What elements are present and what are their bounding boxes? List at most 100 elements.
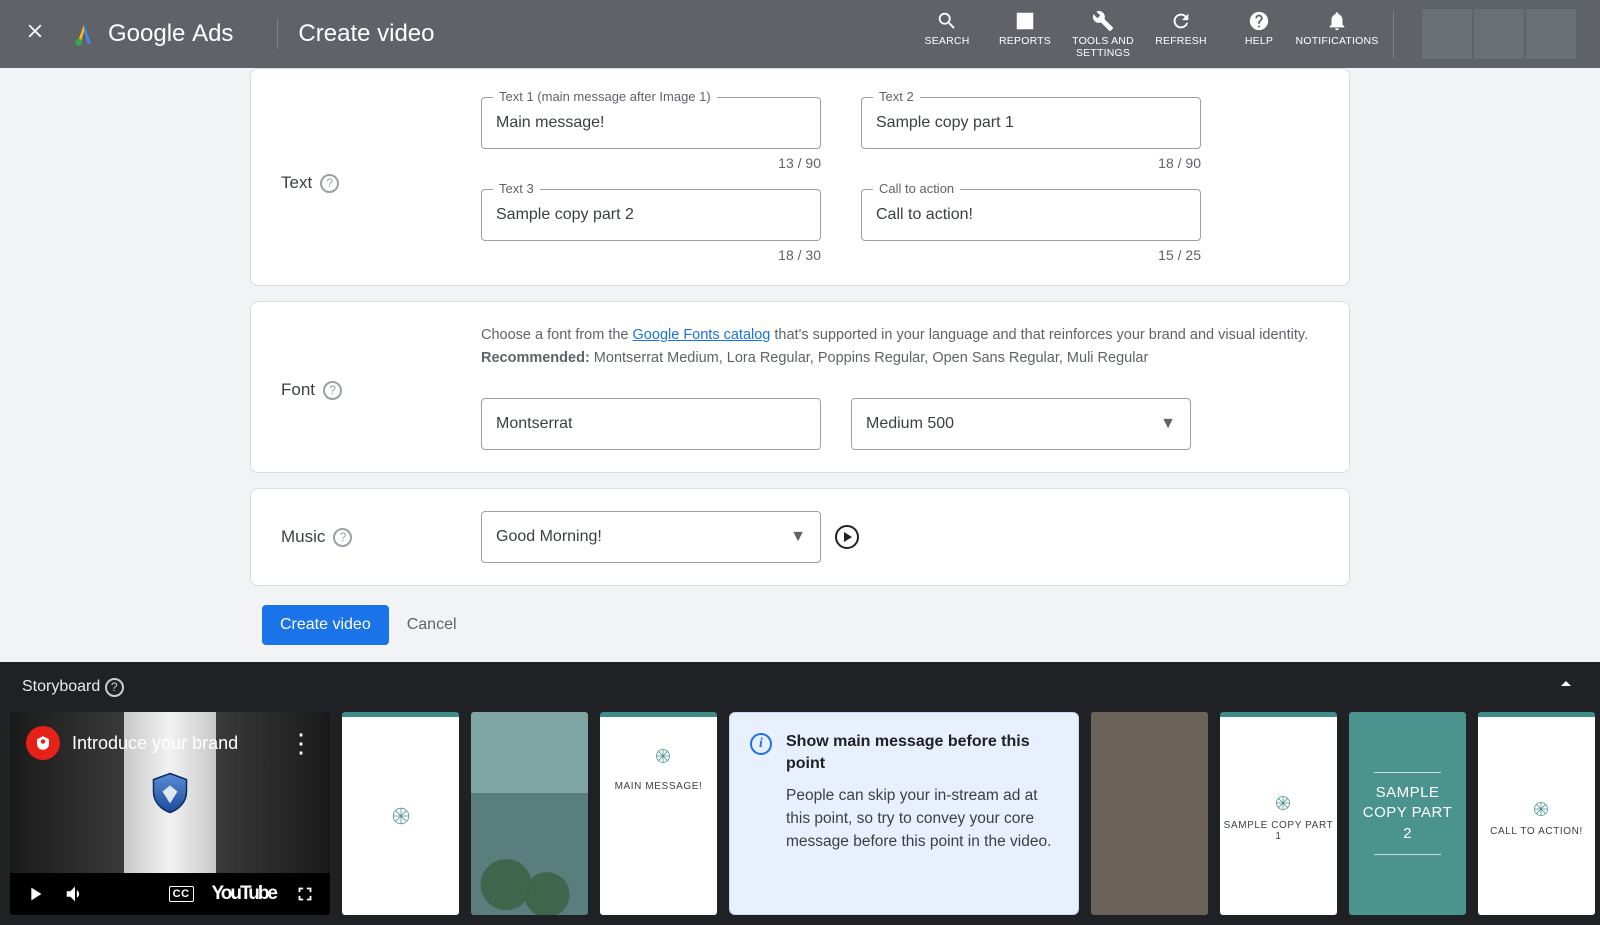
youtube-logo[interactable]: YouTube <box>212 883 276 905</box>
search-button[interactable]: SEARCH <box>909 8 985 48</box>
storyboard-frame-main-message[interactable]: MAIN MESSAGE! <box>600 712 717 915</box>
info-icon: i <box>750 733 772 755</box>
music-card: Music ? Good Morning! ▼ <box>250 488 1350 586</box>
header-square-button-3[interactable] <box>1526 9 1576 59</box>
cta-input[interactable] <box>861 189 1201 241</box>
reports-button[interactable]: REPORTS <box>987 8 1063 48</box>
storyboard-frame-copy2[interactable]: SAMPLE COPY PART 2 <box>1349 712 1466 915</box>
text1-label: Text 1 (main message after Image 1) <box>493 89 717 104</box>
ads-logo-icon <box>70 20 98 48</box>
storyboard-header: Storyboard ? <box>0 662 1600 712</box>
bell-icon <box>1326 8 1348 34</box>
reports-label: REPORTS <box>999 36 1051 48</box>
fullscreen-icon[interactable] <box>294 883 316 905</box>
refresh-icon <box>1170 8 1192 34</box>
refresh-label: REFRESH <box>1155 36 1207 48</box>
app-header: Google Ads Create video SEARCH REPORTS T… <box>0 0 1600 68</box>
play-icon[interactable] <box>835 525 859 549</box>
refresh-button[interactable]: REFRESH <box>1143 8 1219 48</box>
help-circle-icon <box>1248 8 1270 34</box>
font-family-input[interactable] <box>481 398 821 450</box>
storyboard-frame-copy1[interactable]: SAMPLE COPY PART 1 <box>1220 712 1337 915</box>
header-square-button-2[interactable] <box>1474 9 1524 59</box>
frame-text: MAIN MESSAGE! <box>615 781 703 792</box>
reports-icon <box>1014 8 1036 34</box>
text-card: Text ? Text 1 (main message after Image … <box>250 68 1350 286</box>
search-label: SEARCH <box>925 36 970 48</box>
font-card: Font ? Choose a font from the Google Fon… <box>250 301 1350 473</box>
text1-counter: 13 / 90 <box>481 155 821 171</box>
storyboard-frame-cta[interactable]: CALL TO ACTION! <box>1478 712 1595 915</box>
music-section-label: Music ? <box>281 527 481 547</box>
notifications-label: NOTIFICATIONS <box>1296 36 1379 48</box>
storyboard-frame-image-2[interactable] <box>1091 712 1208 915</box>
text2-label: Text 2 <box>873 89 920 104</box>
text2-input[interactable] <box>861 97 1201 149</box>
help-icon[interactable]: ? <box>333 528 352 547</box>
cta-label: Call to action <box>873 181 960 196</box>
notice-title: Show main message before this point <box>786 731 1058 776</box>
brand-suffix: Ads <box>192 20 233 47</box>
help-icon[interactable]: ? <box>105 678 124 697</box>
font-weight-value: Medium 500 <box>866 415 954 433</box>
preview-title: Introduce your brand <box>72 733 238 754</box>
help-button[interactable]: HELP <box>1221 8 1297 48</box>
frame-text: CALL TO ACTION! <box>1490 826 1583 837</box>
notice-body: People can skip your in-stream ad at thi… <box>786 784 1058 854</box>
tools-icon <box>1092 8 1114 34</box>
text2-field: Text 2 <box>861 97 1201 149</box>
channel-avatar-icon <box>26 726 60 760</box>
text2-counter: 18 / 90 <box>861 155 1201 171</box>
text3-field: Text 3 <box>481 189 821 241</box>
storyboard-body: Introduce your brand ⋮ CC YouTube MAIN <box>0 712 1600 925</box>
header-extra-buttons <box>1422 9 1576 59</box>
video-preview[interactable]: Introduce your brand ⋮ CC YouTube <box>10 712 330 915</box>
help-label: HELP <box>1245 36 1273 48</box>
chevron-down-icon: ▼ <box>790 528 806 546</box>
font-section-label: Font ? <box>281 324 481 450</box>
font-description: Choose a font from the Google Fonts cata… <box>481 324 1319 370</box>
action-buttons: Create video Cancel <box>250 601 1350 661</box>
tools-button[interactable]: TOOLS AND SETTINGS <box>1065 8 1141 59</box>
page-title: Create video <box>298 20 434 48</box>
frame-text: SAMPLE COPY PART 2 <box>1359 783 1456 844</box>
create-video-button[interactable]: Create video <box>262 605 389 645</box>
more-vert-icon[interactable]: ⋮ <box>288 728 314 759</box>
text3-counter: 18 / 30 <box>481 247 821 263</box>
storyboard-frame-image-1[interactable] <box>471 712 588 915</box>
close-icon[interactable] <box>24 20 46 49</box>
text1-input[interactable] <box>481 97 821 149</box>
cta-counter: 15 / 25 <box>861 247 1201 263</box>
music-track-value: Good Morning! <box>496 528 602 546</box>
chevron-down-icon: ▼ <box>1160 415 1176 433</box>
cta-field: Call to action <box>861 189 1201 241</box>
storyboard-label: Storyboard <box>22 678 100 696</box>
header-square-button-1[interactable] <box>1422 9 1472 59</box>
frame-text: SAMPLE COPY PART 1 <box>1220 820 1337 842</box>
storyboard-notice: i Show main message before this point Pe… <box>729 712 1079 915</box>
help-icon[interactable]: ? <box>320 174 339 193</box>
volume-icon[interactable] <box>64 883 86 905</box>
storyboard-panel: Storyboard ? Introduce your brand ⋮ CC Y… <box>0 662 1600 925</box>
font-weight-select[interactable]: Medium 500 ▼ <box>851 398 1191 450</box>
header-actions: SEARCH REPORTS TOOLS AND SETTINGS REFRES… <box>909 8 1375 59</box>
storyboard-frame-logo[interactable] <box>342 712 459 915</box>
text3-input[interactable] <box>481 189 821 241</box>
brand-crest-icon <box>1528 796 1546 814</box>
video-controls: CC YouTube <box>10 873 330 915</box>
text3-label: Text 3 <box>493 181 540 196</box>
brand-crest-icon <box>1270 790 1288 808</box>
search-icon <box>936 8 958 34</box>
help-icon[interactable]: ? <box>323 381 342 400</box>
brand-text: Google <box>108 20 185 47</box>
chevron-up-icon[interactable] <box>1554 672 1578 702</box>
music-select[interactable]: Good Morning! ▼ <box>481 511 821 563</box>
cancel-button[interactable]: Cancel <box>407 616 457 634</box>
notifications-button[interactable]: NOTIFICATIONS <box>1299 8 1375 48</box>
play-icon[interactable] <box>24 883 46 905</box>
captions-icon[interactable]: CC <box>169 886 194 902</box>
divider <box>277 19 278 49</box>
tools-label: TOOLS AND SETTINGS <box>1065 36 1141 59</box>
google-fonts-link[interactable]: Google Fonts catalog <box>633 327 771 343</box>
google-ads-logo: Google Ads <box>70 20 233 48</box>
